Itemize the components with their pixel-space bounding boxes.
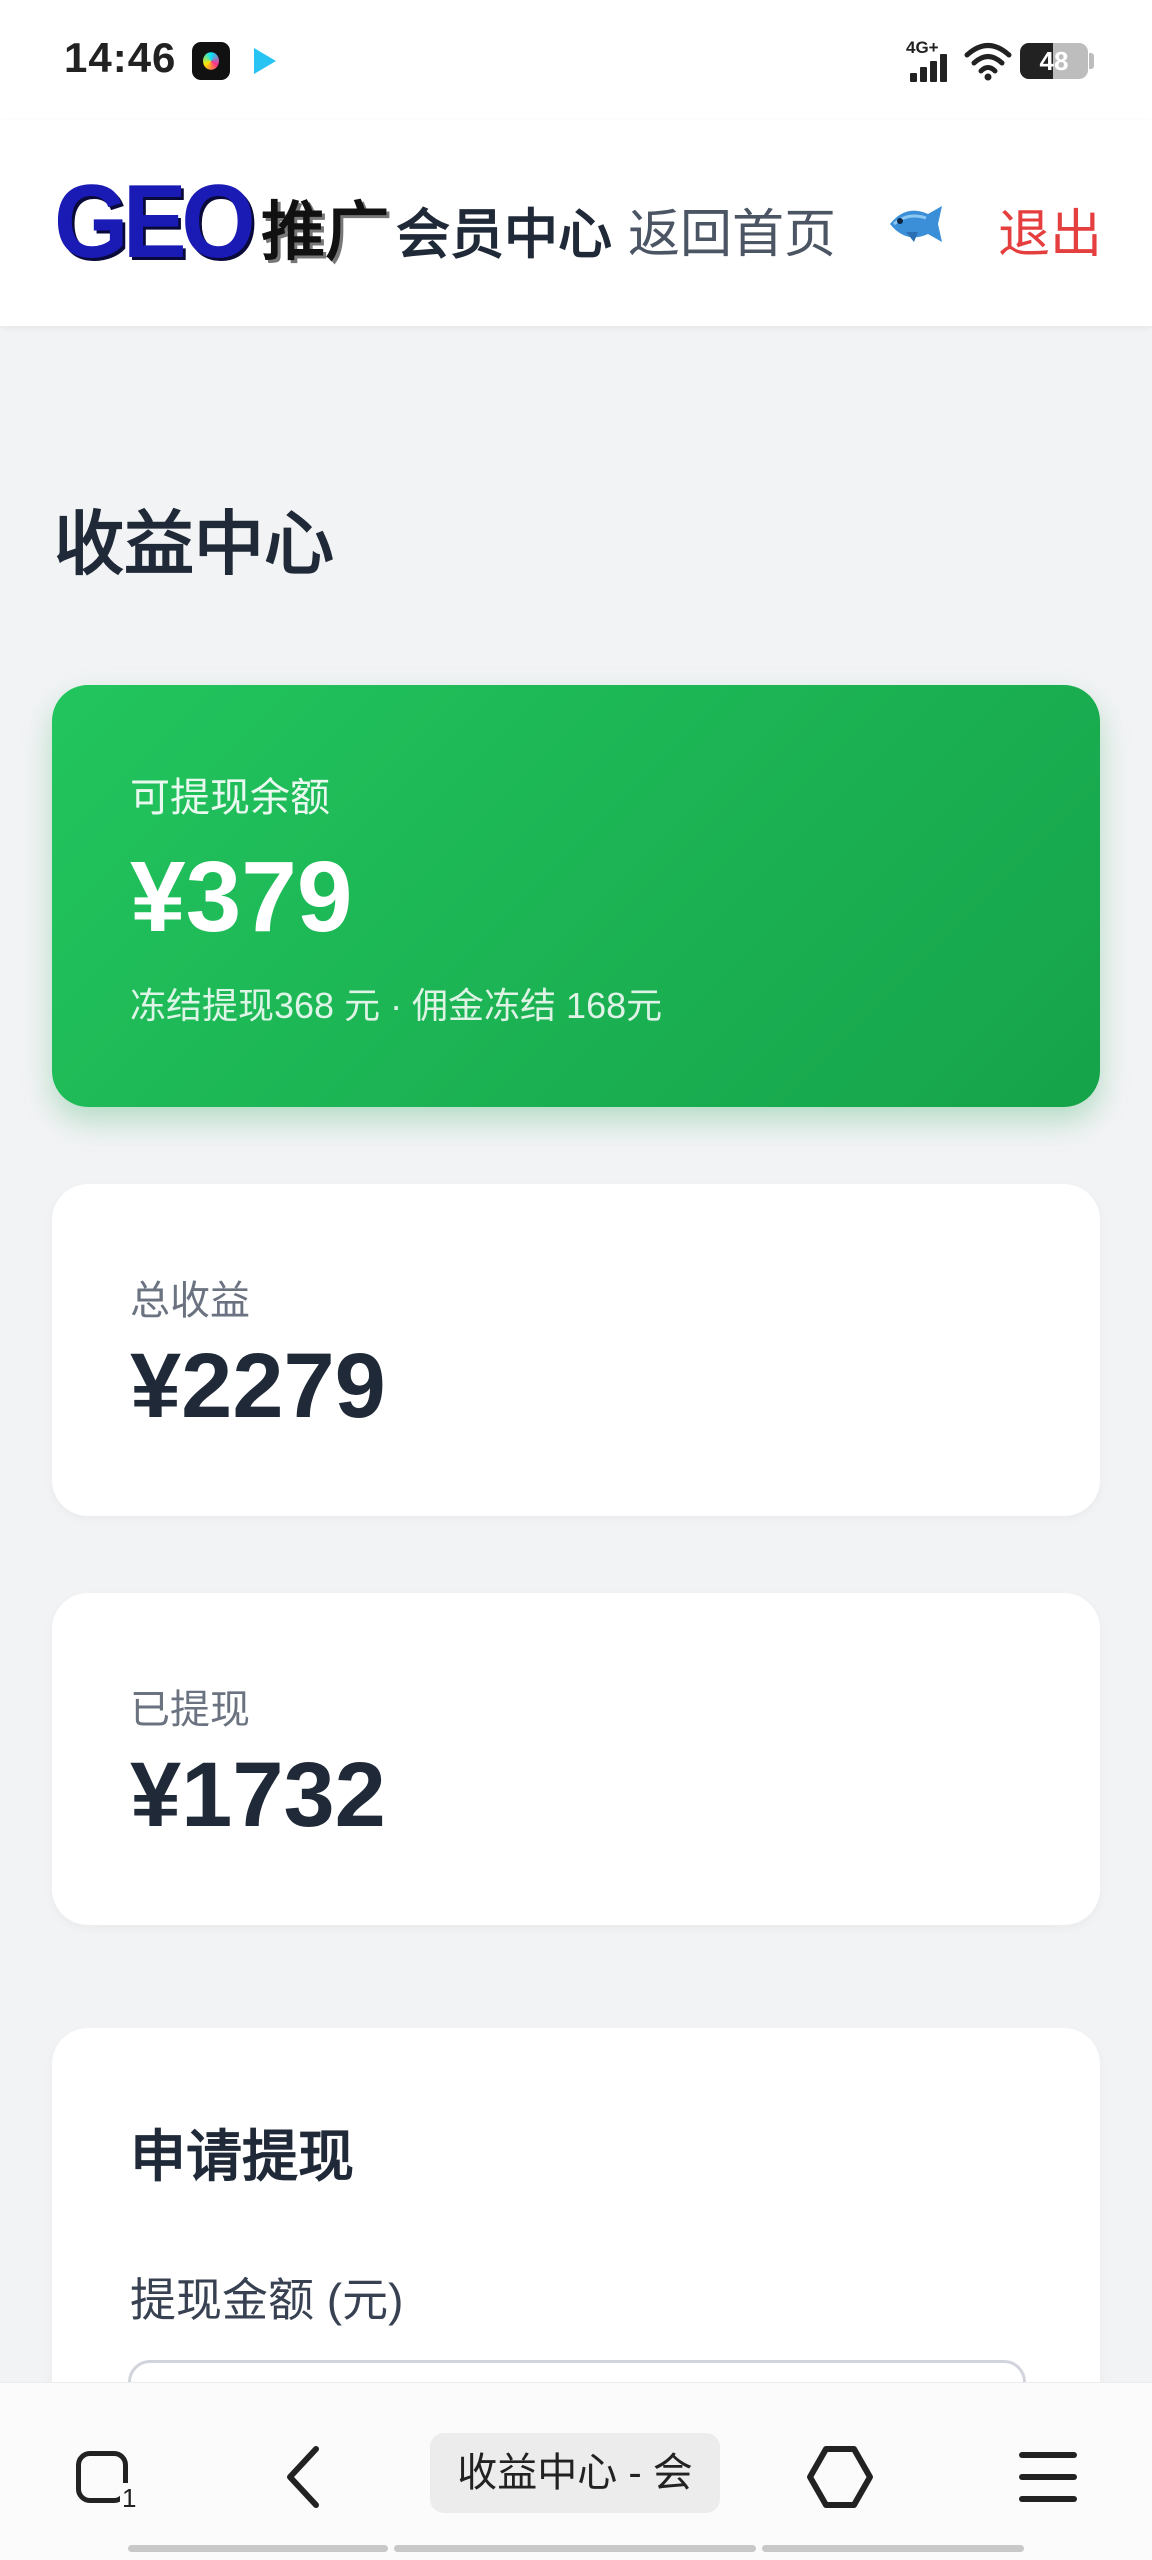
site-header: GEO 推广 会员中心 返回首页 退出 (0, 120, 1152, 326)
total-earnings-card: 总收益 ¥2279 (52, 1184, 1100, 1516)
signal-icon (910, 54, 954, 82)
music-app-icon (192, 42, 230, 80)
home-link[interactable]: 返回首页 (628, 192, 836, 267)
gesture-bar-right (762, 2545, 1024, 2552)
header-title: 会员中心 (396, 205, 612, 265)
total-earnings-label: 总收益 (130, 1279, 250, 1323)
apply-withdrawal-title: 申请提现 (130, 2125, 354, 2188)
withdrawn-card: 已提现 ¥1732 (52, 1593, 1100, 1925)
battery-icon: 48 (1020, 43, 1088, 79)
tab-count: 1 (120, 2483, 139, 2514)
withdrawn-value: ¥1732 (130, 1744, 386, 1846)
fish-icon[interactable] (884, 198, 946, 250)
browser-bottom-bar: 1 收益中心 - 会 (0, 2382, 1152, 2560)
withdrawn-label: 已提现 (130, 1688, 250, 1732)
menu-icon[interactable] (1008, 2437, 1088, 2517)
tabs-button[interactable]: 1 (64, 2437, 144, 2517)
logo-latin: GEO (54, 164, 256, 280)
battery-text: 48 (1039, 46, 1069, 76)
home-hexagon-icon[interactable] (800, 2437, 880, 2517)
battery-cap (1089, 53, 1094, 69)
page-title: 收益中心 (54, 505, 334, 583)
balance-label: 可提现余额 (130, 776, 330, 820)
url-bar[interactable]: 收益中心 - 会 (430, 2433, 720, 2513)
status-time: 14:46 (64, 34, 177, 81)
site-logo[interactable]: GEO 推广 (54, 164, 390, 280)
video-app-icon (248, 42, 286, 80)
gesture-bar-left (128, 2545, 388, 2552)
balance-value: ¥379 (130, 841, 353, 953)
logout-link[interactable]: 退出 (998, 192, 1102, 267)
status-bar: 14:46 4G+ 48 (0, 0, 1152, 120)
withdrawable-balance-card: 可提现余额 ¥379 冻结提现368 元 · 佣金冻结 168元 (52, 685, 1100, 1107)
amount-field-label: 提现金额 (元) (130, 2274, 404, 2326)
total-earnings-value: ¥2279 (130, 1335, 386, 1437)
gesture-bar-center (394, 2545, 756, 2552)
back-arrow-icon[interactable] (266, 2437, 346, 2517)
wifi-icon (964, 43, 1012, 81)
logo-cjk: 推广 (261, 196, 390, 268)
frozen-note: 冻结提现368 元 · 佣金冻结 168元 (130, 985, 663, 1026)
